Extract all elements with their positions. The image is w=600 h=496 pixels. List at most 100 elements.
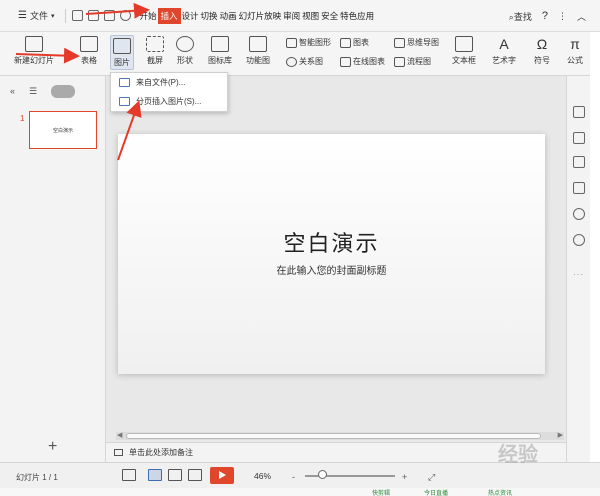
menu-item-paged-insert-label: 分页插入图片(S)... [136,97,202,106]
hamburger-icon: ☰ [18,10,27,21]
thumbnail-title: 空白演示 [52,127,73,134]
tab-security[interactable]: 安全 [320,8,339,24]
tab-view[interactable]: 视图 [301,8,320,24]
slides-view-toggle[interactable] [51,84,76,98]
zoom-in-button[interactable]: + [402,472,407,482]
screenshot-button[interactable]: 截屏 [146,36,164,66]
tab-review[interactable]: 审阅 [282,8,301,24]
slide-editor: 空白演示 在此输入您的封面副标题 [106,76,566,432]
add-slide-button[interactable]: + [48,439,57,455]
textbox-button[interactable]: 文本框 [452,36,476,66]
undo-icon[interactable] [119,10,131,21]
watermark: 经验 [462,438,582,468]
taskbar-item-news[interactable]: 热点资讯 [488,488,512,496]
relation-chart-button[interactable]: 关系图 [286,56,323,67]
smart-graphic-button[interactable]: 智能图形 [286,37,331,48]
tab-design[interactable]: 设计 [181,8,200,24]
file-menu-button[interactable]: ☰ 文件 ▾ [0,0,61,32]
copy-icon[interactable] [573,132,585,144]
taskbar-item-quick-clip[interactable]: 快剪辑 [372,488,390,496]
symbol-label: 符号 [534,56,550,65]
right-task-pane: ··· [566,76,590,462]
formula-label: 公式 [567,56,583,65]
zoom-level[interactable]: 46% [254,471,271,481]
ribbon-tabs: 开始 插入 设计 切换 动画 幻灯片放映 审阅 视图 安全 特色应用 [139,7,376,24]
icon-library-button[interactable]: 图标库 [208,36,232,66]
fit-window-icon[interactable]: ⤢ [428,472,435,483]
smart-graphic-icon [286,37,297,48]
search-button[interactable]: ⌕查找 [509,10,532,23]
new-slide-button[interactable]: 新建幻灯片 [14,36,54,66]
notes-placeholder: 单击此处添加备注 [129,448,193,457]
collapse-pane-icon[interactable]: « [10,86,15,96]
tab-insert[interactable]: 插入 [157,7,181,24]
slide-sorter-button[interactable] [168,469,182,481]
notes-icon [114,449,123,456]
picture-dropdown-menu: 来自文件(P)... 分页插入图片(S)... [110,72,228,112]
shape-icon [176,36,194,52]
smart-graphic-label: 智能图形 [299,38,331,47]
wordart-button[interactable]: A 艺术字 [492,36,516,66]
history-icon[interactable] [573,208,585,220]
shape-button[interactable]: 形状 [176,36,194,66]
slide-canvas[interactable]: 空白演示 在此输入您的封面副标题 [118,134,545,374]
more-options-icon[interactable]: ··· [573,270,584,279]
print-icon[interactable] [103,10,115,21]
slide-thumbnail[interactable]: 空白演示 [29,111,97,149]
notes-toggle-button[interactable] [122,469,136,481]
function-chart-button[interactable]: 功能图 [246,36,270,66]
menu-item-paged-insert[interactable]: 分页插入图片(S)... [111,92,227,111]
chart-button[interactable]: 图表 [340,37,369,48]
new-slide-icon [25,36,43,52]
more-icon[interactable]: ⋮ [558,11,567,22]
menu-item-from-file[interactable]: 来自文件(P)... [111,73,227,92]
zoom-slider-handle[interactable] [318,470,327,479]
window-edge [590,32,600,496]
scissors-icon [146,36,164,52]
help-circle-icon[interactable] [573,234,585,246]
settings-sliders-icon[interactable] [573,156,585,168]
normal-view-button[interactable] [148,469,162,481]
wordart-label: 艺术字 [492,56,516,65]
share-icon[interactable] [573,182,585,194]
tab-transition[interactable]: 切换 [200,8,219,24]
insert-ribbon: 新建幻灯片 表格 图片 截屏 形状 图标库 功能图 智能图形 图表 思维导图 关… [0,32,600,76]
picture-label: 图片 [114,58,130,67]
flowchart-button[interactable]: 流程图 [394,56,431,67]
table-button[interactable]: 表格 [80,36,98,66]
online-chart-button[interactable]: 在线图表 [340,56,385,67]
formula-button[interactable]: π 公式 [566,36,584,66]
function-chart-label: 功能图 [246,56,270,65]
relation-chart-label: 关系图 [299,57,323,66]
scroll-left-icon[interactable]: ◀ [117,431,122,439]
save-icon[interactable] [71,10,83,21]
menubar-right: ⌕查找 ? ⋮ ︿ [509,0,600,32]
thumbnail-number: 1 [20,114,25,123]
watermark-text: 经验 [498,442,538,466]
picture-button[interactable]: 图片 [110,35,134,70]
output-pdf-icon[interactable] [87,10,99,21]
help-button[interactable]: ? [542,10,548,22]
search-label: 查找 [513,11,532,22]
tab-features[interactable]: 特色应用 [339,8,375,24]
reading-view-button[interactable] [188,469,202,481]
online-chart-icon [340,56,351,67]
zoom-out-button[interactable]: - [292,472,295,482]
tab-slideshow[interactable]: 幻灯片放映 [238,8,283,24]
bar-chart-icon [340,37,351,48]
tab-animation[interactable]: 动画 [219,8,238,24]
collapse-ribbon-icon[interactable]: ︿ [577,10,586,23]
pin-icon[interactable] [573,106,585,118]
image-file-icon [119,78,130,87]
tab-home[interactable]: 开始 [139,8,158,24]
mindmap-button[interactable]: 思维导图 [394,37,439,48]
taskbar-item-live[interactable]: 今日直播 [424,488,448,496]
system-taskbar: 快剪辑 今日直播 热点资讯 [0,488,600,496]
quick-access-toolbar [70,10,133,21]
play-slideshow-button[interactable] [210,467,234,484]
picture-icon [113,38,131,54]
symbol-button[interactable]: Ω 符号 [533,36,551,66]
outline-view-icon[interactable]: ☰ [29,86,37,97]
slide-title[interactable]: 空白演示 [118,226,545,258]
slide-subtitle[interactable]: 在此输入您的封面副标题 [118,262,545,277]
